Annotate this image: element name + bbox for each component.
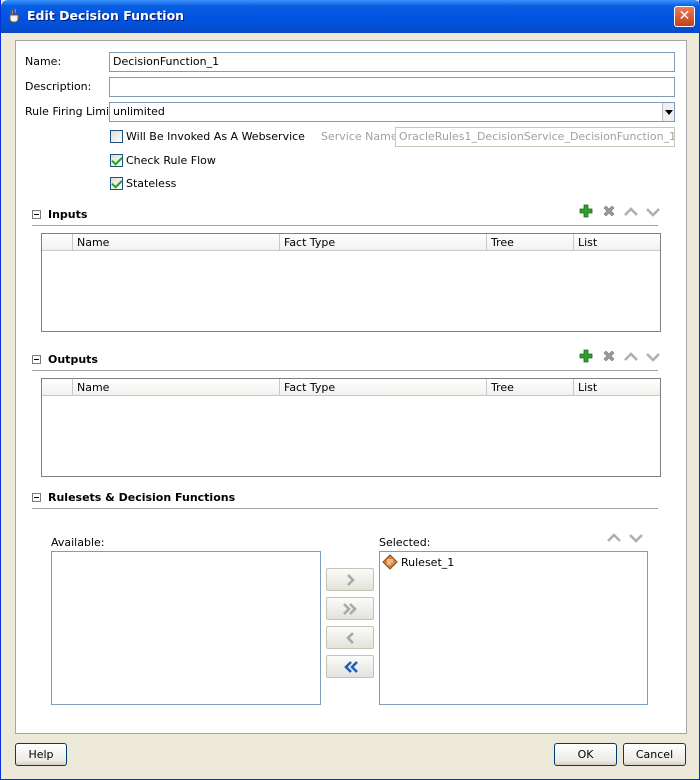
outputs-col-list[interactable]: List bbox=[574, 379, 660, 396]
move-input-down-icon[interactable] bbox=[645, 204, 661, 220]
move-selected-up-icon[interactable] bbox=[606, 530, 622, 546]
move-output-down-icon[interactable] bbox=[645, 349, 661, 365]
webservice-checkbox[interactable] bbox=[110, 130, 123, 143]
outputs-section-header: Outputs bbox=[32, 353, 658, 371]
coffee-cup-icon bbox=[9, 8, 20, 23]
list-item[interactable]: Ruleset_1 bbox=[382, 554, 482, 570]
close-icon: ✕ bbox=[678, 8, 691, 24]
service-name-input[interactable]: OracleRules1_DecisionService_DecisionFun… bbox=[395, 127, 675, 147]
inputs-row-header-col bbox=[42, 234, 73, 251]
inputs-title: Inputs bbox=[48, 208, 88, 221]
add-all-button[interactable] bbox=[326, 597, 374, 620]
available-list[interactable] bbox=[51, 551, 321, 705]
delete-output-icon[interactable] bbox=[601, 348, 617, 364]
check-rule-flow-checkbox[interactable] bbox=[110, 154, 123, 167]
check-rule-flow-label: Check Rule Flow bbox=[126, 154, 216, 167]
chevron-right-icon bbox=[347, 574, 355, 586]
inputs-collapse-toggle[interactable] bbox=[32, 210, 41, 219]
selected-label: Selected: bbox=[379, 536, 431, 549]
description-label: Description: bbox=[25, 80, 92, 93]
remove-one-button[interactable] bbox=[326, 626, 374, 649]
move-selected-down-icon[interactable] bbox=[628, 530, 644, 546]
rulesets-title: Rulesets & Decision Functions bbox=[48, 491, 236, 504]
outputs-table[interactable]: Name Fact Type Tree List bbox=[41, 378, 661, 477]
ruleset-icon bbox=[382, 554, 398, 570]
rulesets-divider bbox=[32, 508, 658, 509]
outputs-row-header-col bbox=[42, 379, 73, 396]
outputs-collapse-toggle[interactable] bbox=[32, 355, 41, 364]
double-chevron-right-icon bbox=[343, 603, 357, 615]
rulesets-section-header: Rulesets & Decision Functions bbox=[32, 491, 658, 509]
firing-limit-value: unlimited bbox=[113, 105, 165, 118]
outputs-divider bbox=[32, 370, 658, 371]
help-button[interactable]: Help bbox=[15, 743, 67, 766]
outputs-col-tree[interactable]: Tree bbox=[487, 379, 574, 396]
close-button[interactable]: ✕ bbox=[674, 6, 695, 27]
inputs-col-fact-type[interactable]: Fact Type bbox=[280, 234, 487, 251]
add-input-icon[interactable] bbox=[578, 203, 594, 219]
name-label: Name: bbox=[25, 55, 61, 68]
move-input-up-icon[interactable] bbox=[623, 204, 639, 220]
chevron-left-icon bbox=[346, 632, 354, 644]
double-chevron-left-icon bbox=[344, 661, 358, 673]
outputs-title: Outputs bbox=[48, 353, 98, 366]
webservice-label: Will Be Invoked As A Webservice bbox=[126, 130, 305, 143]
ok-button[interactable]: OK bbox=[554, 743, 617, 766]
remove-all-button[interactable] bbox=[326, 655, 374, 678]
stateless-checkbox[interactable] bbox=[110, 177, 123, 190]
content-panel: Name: DecisionFunction_1 Description: Ru… bbox=[15, 40, 687, 734]
inputs-col-list[interactable]: List bbox=[574, 234, 660, 251]
dialog-window: Edit Decision Function ✕ Name: DecisionF… bbox=[0, 0, 700, 780]
available-label: Available: bbox=[51, 536, 105, 549]
window-title: Edit Decision Function bbox=[27, 8, 185, 23]
stateless-label: Stateless bbox=[126, 177, 177, 190]
outputs-table-header: Name Fact Type Tree List bbox=[42, 379, 660, 396]
rulesets-collapse-toggle[interactable] bbox=[32, 493, 41, 502]
chevron-down-icon[interactable] bbox=[662, 103, 674, 121]
firing-limit-label: Rule Firing Limit: bbox=[25, 105, 118, 118]
service-name-label: Service Name: bbox=[321, 130, 402, 143]
outputs-col-fact-type[interactable]: Fact Type bbox=[280, 379, 487, 396]
inputs-divider bbox=[32, 225, 658, 226]
inputs-col-name[interactable]: Name bbox=[73, 234, 280, 251]
outputs-col-name[interactable]: Name bbox=[73, 379, 280, 396]
add-output-icon[interactable] bbox=[578, 348, 594, 364]
inputs-col-tree[interactable]: Tree bbox=[487, 234, 574, 251]
inputs-table[interactable]: Name Fact Type Tree List bbox=[41, 233, 661, 332]
inputs-section-header: Inputs bbox=[32, 208, 658, 226]
move-output-up-icon[interactable] bbox=[623, 349, 639, 365]
description-input[interactable] bbox=[109, 77, 675, 97]
title-bar[interactable]: Edit Decision Function ✕ bbox=[1, 0, 700, 33]
selected-item-label: Ruleset_1 bbox=[401, 556, 455, 569]
firing-limit-select[interactable]: unlimited bbox=[109, 102, 675, 122]
name-input[interactable]: DecisionFunction_1 bbox=[109, 52, 675, 72]
name-label-text: Name: bbox=[25, 55, 62, 68]
selected-list[interactable]: Ruleset_1 bbox=[379, 551, 648, 705]
delete-input-icon[interactable] bbox=[601, 203, 617, 219]
cancel-button[interactable]: Cancel bbox=[623, 743, 686, 766]
inputs-table-header: Name Fact Type Tree List bbox=[42, 234, 660, 251]
add-one-button[interactable] bbox=[326, 568, 374, 591]
